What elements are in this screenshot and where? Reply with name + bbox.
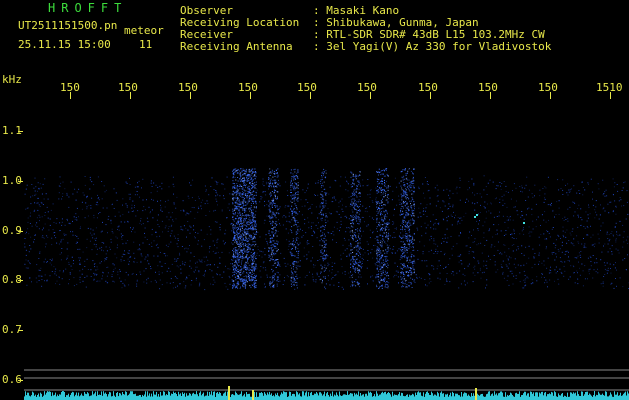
noise-band	[24, 175, 629, 291]
x-tick-mark	[370, 92, 371, 99]
spectrogram	[24, 168, 629, 400]
x-tick-mark	[190, 92, 191, 99]
x-tick-label: 150	[478, 81, 498, 94]
filename-label: UT2511151500.pn	[18, 19, 118, 32]
signal-level-trace	[24, 386, 629, 400]
count-label: 11	[139, 38, 153, 51]
x-tick-mark	[70, 92, 71, 99]
meteor-echoes	[232, 168, 525, 289]
x-tick-mark	[130, 92, 131, 99]
x-tick-label: 150	[178, 81, 198, 94]
antenna-label: Receiving Antenna	[180, 40, 293, 53]
x-tick-mark	[430, 92, 431, 99]
x-tick-mark	[250, 92, 251, 99]
x-tick-mark	[490, 92, 491, 99]
x-tick-mark	[610, 92, 611, 99]
app-title: HROFFT	[48, 1, 128, 15]
x-tick-mark	[550, 92, 551, 99]
x-tick-label: 150	[297, 81, 317, 94]
x-tick-mark	[310, 92, 311, 99]
datetime-label: 25.11.15 15:00	[18, 38, 111, 51]
x-tick-label: 150	[357, 81, 377, 94]
x-tick-label: 150	[238, 81, 258, 94]
mode-label: meteor	[124, 24, 164, 37]
x-tick-label: 150	[418, 81, 438, 94]
antenna-value: : 3el Yagi(V) Az 330 for Vladivostok	[313, 40, 552, 53]
x-tick-label: 150	[118, 81, 138, 94]
axis-unit: kHz	[2, 73, 22, 86]
x-tick-label: 150	[538, 81, 558, 94]
